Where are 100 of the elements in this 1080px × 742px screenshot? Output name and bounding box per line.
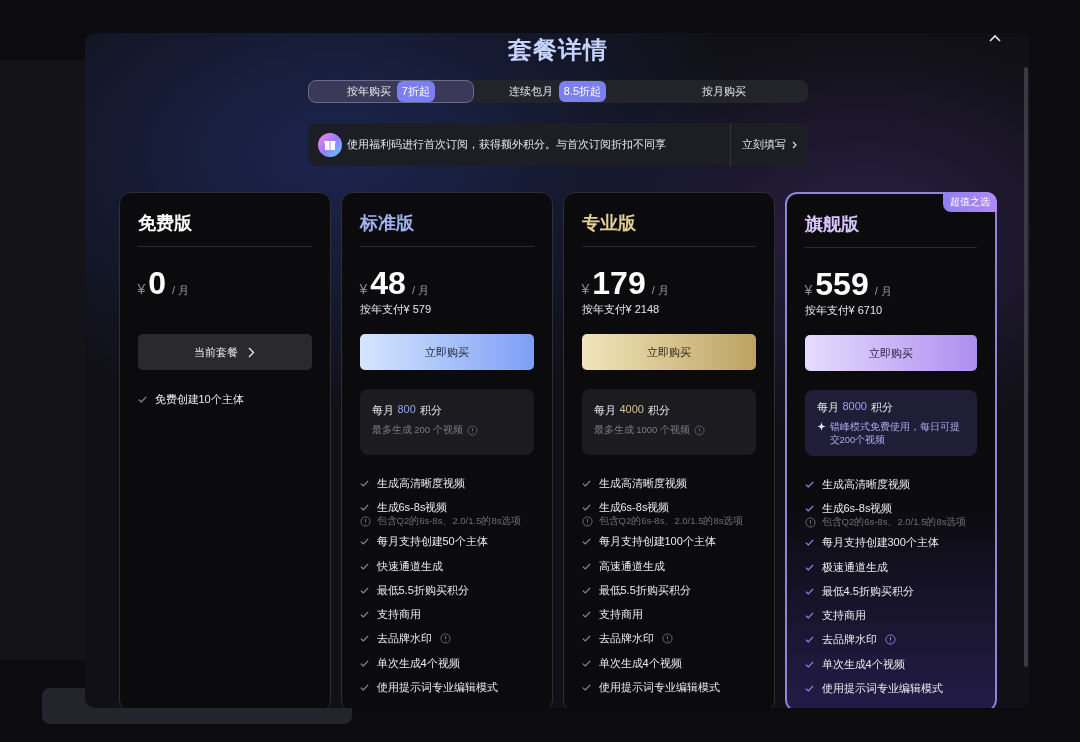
plan-name: 旗舰版 [804,213,860,235]
promo-text: 使用福利码进行首次订阅，获得额外积分。与首次订阅折扣不同享 [346,137,667,152]
credits-unit: 积分 [871,400,893,415]
feature-text: 使用提示词专业编辑模式 [376,680,498,695]
credits-label: 每月 [371,403,394,418]
feature-text: 生成6s-8s视频 [598,499,670,515]
credits-amount: 4000 [619,403,644,417]
credits-label: 每月 [593,403,616,418]
plan-name: 标准版 [359,212,415,234]
plan-price: 179 [592,265,646,302]
feature-text: 每月支持创建50个主体 [376,534,488,550]
credits-unit: 积分 [419,403,442,418]
check-icon [581,538,591,546]
feature-text: 单次生成4个视频 [821,656,905,672]
check-icon [804,480,814,488]
yearly-price: 按年支付¥ 579 [359,303,432,315]
price-period: / 月 [172,283,190,298]
feature-text: 最低4.5折购买积分 [821,583,914,599]
feature-note: 包含Q2的6s-8s、2.0/1.5的8s选项 [376,514,522,528]
check-icon [804,660,814,668]
chevron-right-icon [248,346,255,358]
feature-text: 去品牌水印 [376,631,432,647]
redeem-link[interactable]: 立刻填写 [729,123,808,166]
feature-text: 生成6s-8s视频 [376,499,448,515]
discount-badge: 8.5折起 [558,81,607,102]
check-icon [137,395,147,403]
feature-text: 去品牌水印 [821,632,877,648]
check-icon [581,562,591,570]
price-period: / 月 [874,284,892,299]
currency-symbol: ¥ [137,281,146,297]
currency-symbol: ¥ [359,281,368,297]
check-icon [359,684,369,691]
billing-tab[interactable]: 按年购买 7折起 [307,80,475,103]
feature-text: 单次生成4个视频 [598,655,682,671]
dialog-title: 套餐详情 [507,35,608,65]
plan-price: 48 [370,265,406,302]
billing-tab[interactable]: 按月购买 [640,80,808,103]
plan-name: 免费版 [137,212,193,234]
check-icon [359,479,369,487]
check-icon [804,587,814,595]
check-icon [359,562,369,570]
info-icon [661,633,673,645]
credits-note: 最多生成 200 个视频 [371,424,463,437]
info-icon [884,634,896,646]
credits-label: 每月 [816,400,839,415]
feature-note: 包含Q2的6s-8s、2.0/1.5的8s选项 [598,514,744,528]
check-icon [359,659,369,667]
feature-text: 高速通道生成 [598,558,665,574]
check-icon [804,504,814,512]
feature-text: 每月支持创建300个主体 [821,535,939,551]
check-icon [581,684,591,691]
check-icon [804,636,814,644]
buy-button[interactable]: 立即购买 [581,334,756,370]
check-icon [804,563,814,571]
scrollbar[interactable] [1024,67,1028,667]
feature-text: 极速通道生成 [821,559,888,575]
price-period: / 月 [651,283,669,298]
check-icon [581,659,591,667]
buy-button[interactable]: 立即购买 [804,335,977,371]
currency-symbol: ¥ [804,282,813,298]
currency-symbol: ¥ [581,281,590,297]
credits-amount: 800 [397,403,416,417]
credits-amount: 8000 [842,400,867,414]
buy-button[interactable]: 立即购买 [359,334,534,370]
check-icon [359,611,369,619]
check-icon [804,539,814,547]
check-icon [359,538,369,546]
feature-text: 支持商用 [598,607,643,623]
current-plan-button[interactable]: 当前套餐 [137,334,312,370]
price-period: / 月 [411,283,429,298]
feature-text: 单次生成4个视频 [376,655,460,671]
info-icon [439,633,451,645]
info-icon [359,515,371,527]
billing-tab[interactable]: 连续包月 8.5折起 [474,80,641,103]
plan-name: 专业版 [581,212,637,234]
feature-text: 最低5.5折购买积分 [376,582,469,598]
check-icon [359,503,369,511]
feature-text: 支持商用 [821,608,866,624]
sparkle-icon [816,422,826,431]
check-icon [804,612,814,620]
feature-text: 去品牌水印 [598,631,654,647]
plan-price: 0 [148,265,167,302]
check-icon [804,685,814,692]
plan-price: 559 [815,266,869,303]
check-icon [359,635,369,643]
feature-text: 快速通道生成 [376,558,443,574]
feature-note: 包含Q2的6s-8s、2.0/1.5的8s选项 [821,515,967,529]
check-icon [581,479,591,487]
discount-badge: 7折起 [396,81,435,102]
collapse-icon[interactable] [988,33,1002,43]
feature-text: 生成6s-8s视频 [821,500,893,516]
feature-text: 免费创建10个主体 [154,391,244,407]
plan-badge: 超值之选 [942,192,997,212]
feature-text: 最低5.5折购买积分 [598,582,691,598]
credits-note: 最多生成 1000 个视频 [593,424,690,437]
credits-unit: 积分 [648,403,670,418]
yearly-price: 按年支付¥ 2148 [581,303,660,315]
feature-text: 支持商用 [376,607,421,623]
check-icon [581,635,591,643]
feature-text: 使用提示词专业编辑模式 [821,681,943,696]
